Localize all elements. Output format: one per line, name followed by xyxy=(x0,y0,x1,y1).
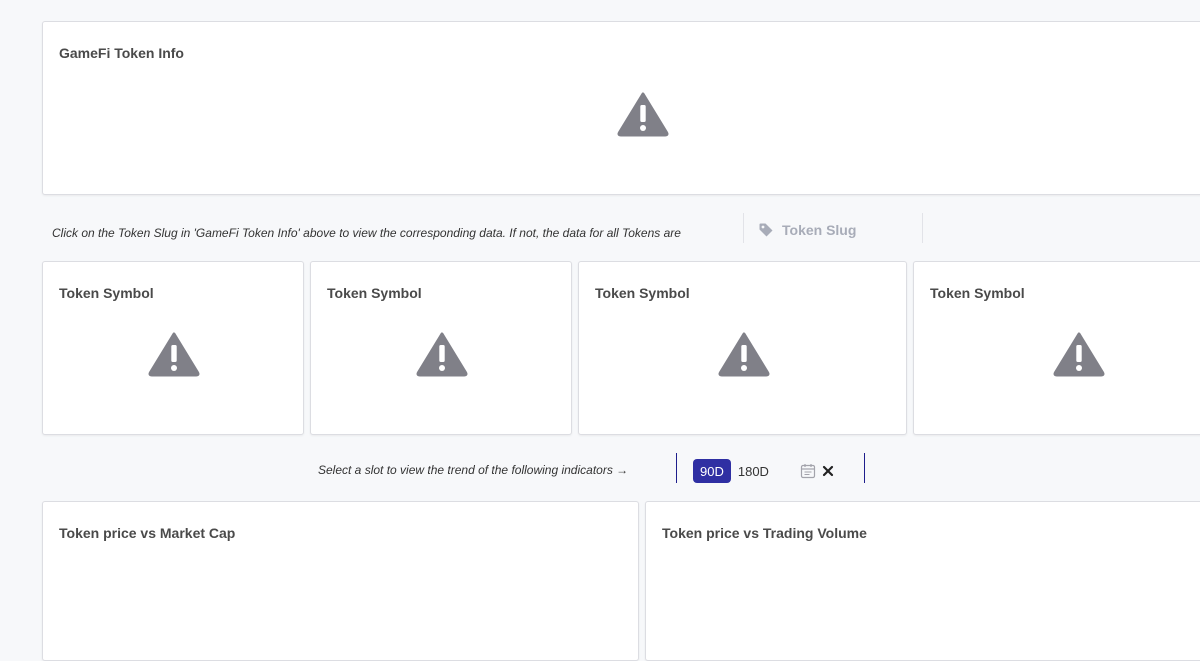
token-info-card: GameFi Token Info xyxy=(42,21,1200,195)
time-option-90d[interactable]: 90D xyxy=(693,459,731,483)
token-symbol-title: Token Symbol xyxy=(59,285,154,301)
token-symbol-title: Token Symbol xyxy=(595,285,690,301)
warning-icon xyxy=(718,332,770,377)
price-vs-market-cap-card: Token price vs Market Cap xyxy=(42,501,639,661)
tag-icon xyxy=(759,223,773,237)
time-range-divider-right xyxy=(864,453,865,483)
slug-filter-divider-left xyxy=(743,213,744,243)
warning-icon xyxy=(617,92,669,137)
token-symbol-card: Token Symbol xyxy=(913,261,1200,435)
price-vs-trading-volume-title: Token price vs Trading Volume xyxy=(662,525,867,541)
token-slug-placeholder: Token Slug xyxy=(782,222,857,238)
token-slug-filter[interactable]: Token Slug xyxy=(758,220,856,240)
slug-instruction-text: Click on the Token Slug in 'GameFi Token… xyxy=(52,226,681,240)
calendar-icon[interactable] xyxy=(800,463,816,479)
time-option-180d[interactable]: 180D xyxy=(730,459,785,483)
time-range-selector[interactable]: 90D 180D xyxy=(693,459,834,483)
slug-filter-divider-right xyxy=(922,213,923,243)
token-symbol-title: Token Symbol xyxy=(327,285,422,301)
token-symbol-title: Token Symbol xyxy=(930,285,1025,301)
close-icon[interactable] xyxy=(822,465,834,477)
slot-instruction-text: Select a slot to view the trend of the f… xyxy=(318,463,629,477)
price-vs-trading-volume-card: Token price vs Trading Volume xyxy=(645,501,1200,661)
token-symbol-card: Token Symbol xyxy=(578,261,907,435)
token-symbol-card: Token Symbol xyxy=(42,261,304,435)
token-symbol-card: Token Symbol xyxy=(310,261,572,435)
token-info-title: GameFi Token Info xyxy=(59,45,184,61)
warning-icon xyxy=(416,332,468,377)
warning-icon xyxy=(1053,332,1105,377)
time-range-divider-left xyxy=(676,453,677,483)
price-vs-market-cap-title: Token price vs Market Cap xyxy=(59,525,236,541)
warning-icon xyxy=(148,332,200,377)
